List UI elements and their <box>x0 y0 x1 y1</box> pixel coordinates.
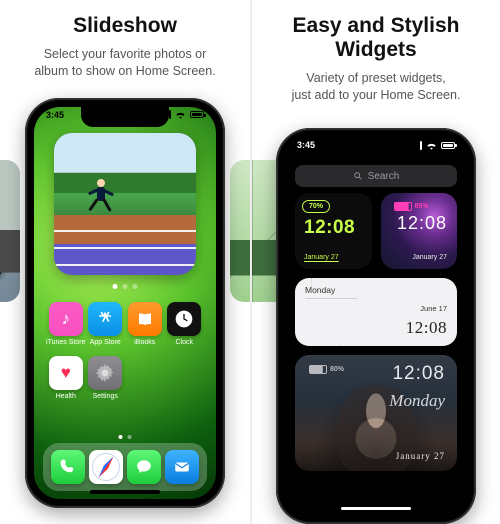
phone-mockup-left: 3:45 <box>25 98 225 508</box>
heart-icon: ♥ <box>49 356 83 390</box>
music-note-icon: ♪ <box>49 302 83 336</box>
widget-date: June 17 <box>420 304 447 313</box>
wifi-icon <box>175 110 186 119</box>
widgets-panel: Easy and Stylish Widgets Variety of pres… <box>250 0 500 524</box>
app-ibooks[interactable]: iBooks <box>125 302 165 346</box>
flank-photo-cyclist <box>0 160 20 302</box>
messages-icon <box>135 458 153 476</box>
widget-pager-dots[interactable] <box>113 284 138 289</box>
widget-row: 70% 12:08 January 27 85% 12:08 January 2… <box>295 193 457 269</box>
widget-day: Monday <box>305 285 357 299</box>
phone-mockup-right: 3:45 Search 70% 12:08 <box>276 128 476 524</box>
battery-pill: 80% <box>303 363 350 376</box>
slideshow-subtitle: Select your favorite photos or album to … <box>34 46 215 80</box>
app-settings[interactable]: Settings <box>86 356 126 400</box>
today-view-screen: 3:45 Search 70% 12:08 <box>285 137 467 515</box>
search-icon <box>353 171 363 181</box>
runner-photo <box>54 133 196 275</box>
widget-date: January 27 <box>412 254 447 261</box>
search-placeholder: Search <box>368 171 400 182</box>
book-icon <box>128 302 162 336</box>
widget-time: 12:08 <box>397 213 447 234</box>
widget-list: 70% 12:08 January 27 85% 12:08 January 2… <box>295 193 457 481</box>
dock-mail[interactable] <box>165 450 199 484</box>
dock-phone[interactable] <box>51 450 85 484</box>
status-time: 3:45 <box>46 110 64 120</box>
slideshow-widget[interactable] <box>54 133 196 275</box>
widgets-subtitle: Variety of preset widgets, just add to y… <box>292 70 461 104</box>
app-clock[interactable]: Clock <box>165 302 205 346</box>
widget-date: January 27 <box>304 254 339 261</box>
runner-icon <box>94 187 108 215</box>
slideshow-title: Slideshow <box>73 14 177 38</box>
app-health[interactable]: ♥ Health <box>46 356 86 400</box>
widget-time: 12:08 <box>392 363 445 385</box>
status-time: 3:45 <box>297 140 315 150</box>
home-screen: 3:45 <box>34 107 216 499</box>
wifi-icon <box>426 141 437 150</box>
battery-icon <box>190 111 204 118</box>
clock-widget-galaxy[interactable]: 85% 12:08 January 27 <box>381 193 458 269</box>
home-pager-dots[interactable] <box>119 435 132 439</box>
widgets-title: Easy and Stylish Widgets <box>293 14 460 62</box>
clock-widget-marble[interactable]: Monday June 17 12:08 <box>295 278 457 346</box>
widget-time: 12:08 <box>304 217 355 239</box>
search-field[interactable]: Search <box>295 165 457 187</box>
app-app-store[interactable]: App Store <box>86 302 126 346</box>
battery-icon <box>441 142 455 149</box>
clock-icon <box>167 302 201 336</box>
phone-icon <box>59 458 77 476</box>
gear-icon <box>88 356 122 390</box>
home-indicator[interactable] <box>341 507 411 511</box>
app-store-icon <box>88 302 122 336</box>
battery-pill: 85% <box>388 200 435 213</box>
clock-widget-lime[interactable]: 70% 12:08 January 27 <box>295 193 372 269</box>
widget-day: Monday <box>389 391 445 411</box>
mail-icon <box>173 458 191 476</box>
widget-time: 12:08 <box>406 318 447 338</box>
dock-safari[interactable] <box>89 450 123 484</box>
home-indicator[interactable] <box>90 490 160 494</box>
cyclist-icon <box>0 250 4 276</box>
app-grid: ♪ iTunes Store App Store iBooks <box>34 302 216 400</box>
phone-notch <box>81 107 169 127</box>
phone-notch <box>332 137 420 157</box>
dock <box>43 443 207 491</box>
widget-date: January 27 <box>396 451 445 461</box>
clock-widget-portrait[interactable]: 80% 12:08 Monday January 27 <box>295 355 457 471</box>
slideshow-panel: Slideshow Select your favorite photos or… <box>0 0 250 524</box>
dock-messages[interactable] <box>127 450 161 484</box>
battery-pill: 70% <box>302 200 330 213</box>
app-itunes-store[interactable]: ♪ iTunes Store <box>46 302 86 346</box>
